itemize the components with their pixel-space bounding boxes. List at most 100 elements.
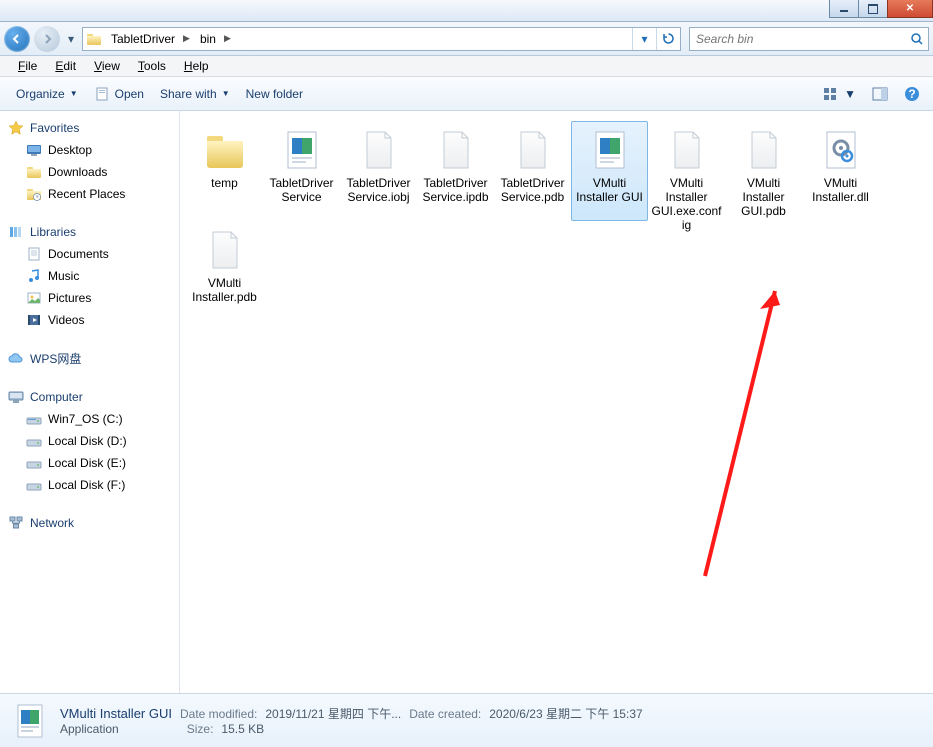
sidebar-item-videos[interactable]: Videos	[4, 309, 179, 331]
file-label: TabletDriverService.iobj	[341, 176, 416, 204]
pictures-icon	[26, 290, 42, 306]
file-item[interactable]: VMulti Installer GUI	[571, 121, 648, 221]
menu-help[interactable]: Help	[176, 57, 217, 75]
sidebar-network[interactable]: Network	[4, 512, 179, 534]
file-item[interactable]: TabletDriverService.iobj	[340, 121, 417, 221]
file-icon	[432, 126, 480, 174]
details-created-label: Date created:	[409, 707, 481, 721]
libraries-icon	[8, 224, 24, 240]
preview-pane-button[interactable]	[867, 84, 893, 104]
share-with-button[interactable]: Share with▼	[152, 83, 238, 105]
file-icon	[740, 126, 788, 174]
network-icon	[8, 515, 24, 531]
details-title: VMulti Installer GUI	[60, 706, 172, 721]
music-icon	[26, 268, 42, 284]
star-icon	[8, 120, 24, 136]
file-label: VMulti Installer GUI.exe.config	[649, 176, 724, 232]
refresh-button[interactable]	[656, 28, 680, 50]
file-item[interactable]: temp	[186, 121, 263, 221]
file-label: VMulti Installer.dll	[803, 176, 878, 204]
back-button[interactable]	[4, 26, 30, 52]
videos-icon	[26, 312, 42, 328]
details-mod-value: 2019/11/21 星期四 下午...	[265, 705, 401, 722]
file-icon	[355, 126, 403, 174]
sidebar-item-music[interactable]: Music	[4, 265, 179, 287]
view-options-button[interactable]: ▼	[818, 84, 861, 104]
forward-button[interactable]	[34, 26, 60, 52]
minimize-button[interactable]	[829, 0, 859, 18]
window-titlebar	[0, 0, 933, 22]
file-item[interactable]: TabletDriverService.pdb	[494, 121, 571, 221]
annotation-arrow	[700, 281, 790, 581]
file-item[interactable]: TabletDriverService	[263, 121, 340, 221]
computer-icon	[8, 389, 24, 405]
menu-view[interactable]: View	[86, 57, 128, 75]
menu-bar: FFileile Edit View Tools Help	[0, 56, 933, 77]
file-icon	[201, 126, 249, 174]
sidebar-item-drive-c[interactable]: Win7_OS (C:)	[4, 408, 179, 430]
sidebar-libraries[interactable]: Libraries	[4, 221, 179, 243]
sidebar-favorites[interactable]: Favorites	[4, 117, 179, 139]
close-button[interactable]	[887, 0, 933, 18]
file-item[interactable]: TabletDriverService.ipdb	[417, 121, 494, 221]
sidebar-wps[interactable]: WPS网盘	[4, 347, 179, 370]
document-icon	[26, 246, 42, 262]
sidebar-item-documents[interactable]: Documents	[4, 243, 179, 265]
file-icon	[201, 226, 249, 274]
sidebar-item-drive-d[interactable]: Local Disk (D:)	[4, 430, 179, 452]
file-label: temp	[209, 176, 240, 190]
file-label: VMulti Installer GUI.pdb	[726, 176, 801, 218]
maximize-button[interactable]	[858, 0, 888, 18]
file-list[interactable]: tempTabletDriverServiceTabletDriverServi…	[180, 111, 933, 693]
file-icon	[817, 126, 865, 174]
file-item[interactable]: VMulti Installer GUI.exe.config	[648, 121, 725, 221]
sidebar-item-recent[interactable]: Recent Places	[4, 183, 179, 205]
file-icon	[509, 126, 557, 174]
svg-text:?: ?	[908, 87, 915, 101]
address-bar[interactable]: TabletDriver ▶ bin ▶ ▾	[82, 27, 681, 51]
drive-icon	[26, 411, 42, 427]
details-type: Application	[60, 722, 119, 736]
desktop-icon	[26, 142, 42, 158]
command-bar: Organize▼ Open Share with▼ New folder ▼ …	[0, 77, 933, 111]
menu-file[interactable]: FFileile	[10, 57, 45, 75]
sidebar-item-drive-e[interactable]: Local Disk (E:)	[4, 452, 179, 474]
file-label: VMulti Installer GUI	[572, 176, 647, 204]
folder-icon	[26, 164, 42, 180]
sidebar-item-downloads[interactable]: Downloads	[4, 161, 179, 183]
breadcrumb-segment[interactable]: bin	[194, 28, 220, 50]
sidebar-item-desktop[interactable]: Desktop	[4, 139, 179, 161]
nav-history-dropdown[interactable]: ▾	[64, 28, 78, 50]
file-item[interactable]: VMulti Installer.pdb	[186, 221, 263, 321]
breadcrumb-segment[interactable]: TabletDriver	[105, 28, 179, 50]
address-dropdown[interactable]: ▾	[632, 28, 656, 50]
open-button[interactable]: Open	[86, 82, 152, 106]
search-input[interactable]	[690, 32, 906, 46]
drive-icon	[26, 455, 42, 471]
chevron-right-icon[interactable]: ▶	[179, 33, 194, 44]
menu-edit[interactable]: Edit	[47, 57, 84, 75]
help-button[interactable]: ?	[899, 83, 925, 105]
navigation-bar: ▾ TabletDriver ▶ bin ▶ ▾	[0, 22, 933, 56]
cloud-icon	[8, 351, 24, 367]
file-item[interactable]: VMulti Installer GUI.pdb	[725, 121, 802, 221]
search-icon[interactable]	[906, 32, 928, 46]
sidebar-item-drive-f[interactable]: Local Disk (F:)	[4, 474, 179, 496]
details-created-value: 2020/6/23 星期二 下午 15:37	[489, 705, 642, 722]
file-item[interactable]: VMulti Installer.dll	[802, 121, 879, 221]
details-size-value: 15.5 KB	[221, 722, 264, 736]
file-label: VMulti Installer.pdb	[187, 276, 262, 304]
search-box[interactable]	[689, 27, 929, 51]
navigation-pane: Favorites Desktop Downloads Recent Place…	[0, 111, 180, 693]
sidebar-item-pictures[interactable]: Pictures	[4, 287, 179, 309]
file-icon	[278, 126, 326, 174]
organize-button[interactable]: Organize▼	[8, 83, 86, 105]
sidebar-computer[interactable]: Computer	[4, 386, 179, 408]
details-pane: VMulti Installer GUI Date modified: 2019…	[0, 693, 933, 747]
new-folder-button[interactable]: New folder	[238, 83, 311, 105]
chevron-right-icon[interactable]: ▶	[220, 33, 235, 44]
menu-tools[interactable]: Tools	[130, 57, 174, 75]
file-label: TabletDriverService.ipdb	[418, 176, 493, 204]
drive-icon	[26, 433, 42, 449]
file-label: TabletDriverService	[264, 176, 339, 204]
